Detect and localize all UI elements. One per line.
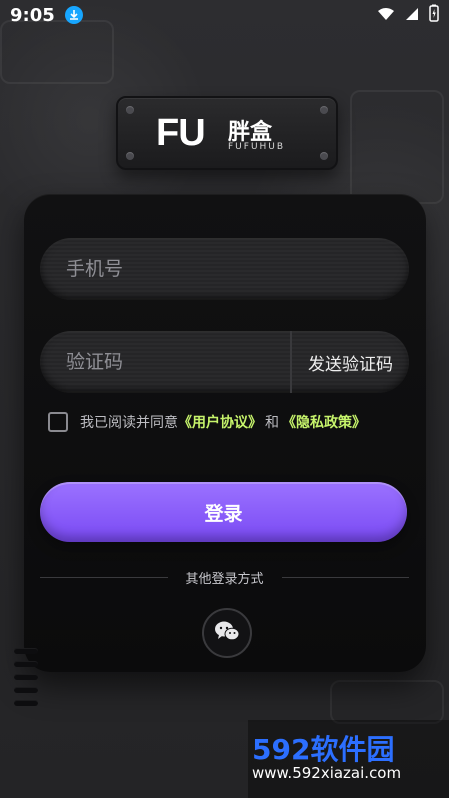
watermark-url: www.592xiazai.com <box>252 764 402 782</box>
logo-subtitle: FUFUHUB <box>228 142 286 152</box>
agreement-row: 我已阅读并同意 《用户协议》 和 《隐私政策》 <box>48 412 366 432</box>
divider-line <box>281 577 410 578</box>
decorative-handles <box>14 648 38 713</box>
phone-input[interactable] <box>64 257 385 281</box>
user-agreement-link[interactable]: 《用户协议》 <box>178 412 262 432</box>
screw-icon <box>126 152 134 160</box>
other-login-divider: 其他登录方式 <box>40 568 410 587</box>
app-logo-plate: FU 胖盒 FUFUHUB <box>116 96 338 170</box>
download-icon <box>64 6 83 24</box>
battery-icon <box>429 4 439 26</box>
wechat-login-button[interactable] <box>202 608 252 658</box>
background-doodle <box>350 90 444 204</box>
wifi-icon <box>377 6 395 25</box>
status-time: 9:05 <box>10 4 55 26</box>
divider-line <box>40 577 168 578</box>
screw-icon <box>320 106 328 114</box>
status-bar: 9:05 <box>0 0 449 30</box>
privacy-policy-link[interactable]: 《隐私政策》 <box>282 412 366 432</box>
agreement-checkbox[interactable] <box>48 412 68 432</box>
wechat-icon <box>214 620 240 646</box>
watermark-main: 592软件园 <box>252 733 395 766</box>
logo-fu-text: FU <box>156 112 206 154</box>
background-doodle <box>330 680 444 724</box>
phone-field[interactable] <box>40 238 409 300</box>
screw-icon <box>126 106 134 114</box>
signal-icon <box>405 6 419 25</box>
send-code-button[interactable]: 发送验证码 <box>292 350 409 375</box>
other-login-label: 其他登录方式 <box>185 572 264 587</box>
login-button[interactable]: 登录 <box>40 482 407 542</box>
agreement-prefix: 我已阅读并同意 <box>80 415 178 431</box>
agreement-and: 和 <box>265 415 279 431</box>
screw-icon <box>320 152 328 160</box>
verification-code-input[interactable] <box>64 350 278 374</box>
verification-code-field[interactable]: 发送验证码 <box>40 331 409 393</box>
